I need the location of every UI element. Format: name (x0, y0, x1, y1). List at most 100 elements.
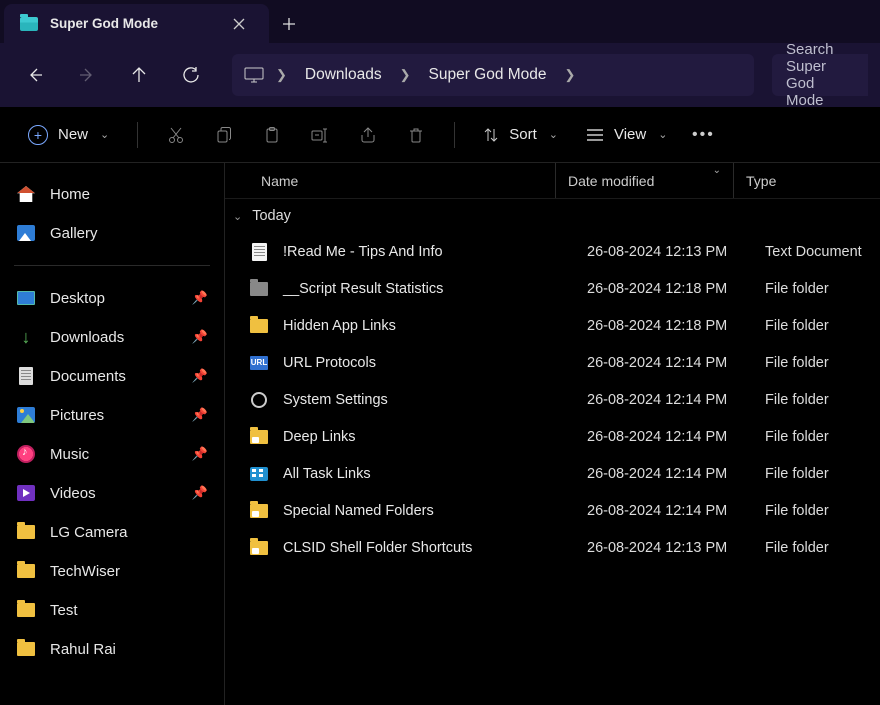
separator (137, 122, 138, 148)
url-folder-icon: URL (249, 353, 269, 373)
folder-icon (16, 561, 36, 581)
group-header[interactable]: ⌄ Today (225, 199, 880, 233)
file-type: File folder (753, 540, 880, 556)
nav-refresh-button[interactable] (168, 55, 214, 95)
delete-button[interactable] (394, 116, 438, 154)
paste-button[interactable] (250, 116, 294, 154)
ellipsis-icon: ••• (692, 126, 715, 144)
file-row[interactable]: URL URL Protocols26-08-2024 12:14 PMFile … (225, 344, 880, 381)
column-header-date[interactable]: Date modified⌄ (555, 163, 733, 198)
file-row[interactable]: All Task Links26-08-2024 12:14 PMFile fo… (225, 455, 880, 492)
file-name: Hidden App Links (283, 318, 575, 334)
folder-badge-icon (249, 538, 269, 558)
more-button[interactable]: ••• (683, 126, 723, 144)
sidebar-item-folder[interactable]: Test (6, 591, 218, 629)
file-name: System Settings (283, 392, 575, 408)
file-row[interactable]: !Read Me - Tips And Info26-08-2024 12:13… (225, 233, 880, 270)
search-input[interactable]: Search Super God Mode (772, 54, 868, 96)
breadcrumb-item[interactable]: Super God Mode (421, 66, 555, 84)
file-type: File folder (753, 429, 880, 445)
sidebar-item-label: Downloads (50, 329, 124, 346)
file-name: URL Protocols (283, 355, 575, 371)
sidebar-item-label: Documents (50, 368, 126, 385)
share-icon (359, 126, 377, 144)
file-name: Special Named Folders (283, 503, 575, 519)
sidebar-item-home[interactable]: Home (6, 175, 218, 213)
sidebar-item-desktop[interactable]: Desktop 📌 (6, 279, 218, 317)
cut-button[interactable] (154, 116, 198, 154)
separator (14, 265, 210, 266)
navigation-bar: ❯ Downloads ❯ Super God Mode ❯ Search Su… (0, 43, 880, 107)
group-label: Today (252, 208, 291, 224)
file-row[interactable]: Special Named Folders26-08-2024 12:14 PM… (225, 492, 880, 529)
view-button[interactable]: View ⌄ (574, 116, 679, 154)
sidebar-item-label: Test (50, 602, 78, 619)
sidebar-item-gallery[interactable]: Gallery (6, 214, 218, 252)
desktop-icon (16, 288, 36, 308)
chevron-down-icon: ⌄ (658, 128, 667, 141)
chevron-right-icon[interactable]: ❯ (268, 67, 295, 83)
folder-icon (16, 522, 36, 542)
file-date: 26-08-2024 12:14 PM (575, 466, 753, 482)
plus-circle-icon: + (28, 125, 48, 145)
file-row[interactable]: Deep Links26-08-2024 12:14 PMFile folder (225, 418, 880, 455)
file-name: __Script Result Statistics (283, 281, 575, 297)
file-row[interactable]: Hidden App Links26-08-2024 12:18 PMFile … (225, 307, 880, 344)
nav-forward-button[interactable] (64, 55, 110, 95)
sidebar-item-documents[interactable]: Documents 📌 (6, 357, 218, 395)
new-button[interactable]: + New ⌄ (16, 116, 121, 154)
tab-active[interactable]: Super God Mode (4, 4, 269, 43)
file-date: 26-08-2024 12:13 PM (575, 244, 753, 260)
folder-badge-icon (249, 427, 269, 447)
command-bar: + New ⌄ Sort ⌄ View ⌄ ••• (0, 107, 880, 163)
this-pc-icon[interactable] (242, 67, 266, 83)
downloads-icon: ↓ (16, 327, 36, 347)
text-file-icon (249, 242, 269, 262)
tab-title: Super God Mode (50, 16, 213, 31)
file-row[interactable]: CLSID Shell Folder Shortcuts26-08-2024 1… (225, 529, 880, 566)
sidebar-item-folder[interactable]: Rahul Rai (6, 630, 218, 668)
breadcrumb-item[interactable]: Downloads (297, 66, 390, 84)
pin-icon: 📌 (192, 290, 208, 306)
sidebar-item-folder[interactable]: TechWiser (6, 552, 218, 590)
file-type: File folder (753, 355, 880, 371)
sidebar-item-videos[interactable]: Videos 📌 (6, 474, 218, 512)
chevron-right-icon[interactable]: ❯ (392, 67, 419, 83)
chevron-down-icon: ⌄ (100, 128, 109, 141)
column-header-name[interactable]: Name (225, 173, 555, 189)
breadcrumb[interactable]: ❯ Downloads ❯ Super God Mode ❯ (232, 54, 754, 96)
file-list-panel: Name Date modified⌄ Type ⌄ Today !Read M… (225, 163, 880, 705)
file-type: File folder (753, 392, 880, 408)
nav-back-button[interactable] (12, 55, 58, 95)
copy-button[interactable] (202, 116, 246, 154)
chevron-right-icon[interactable]: ❯ (557, 67, 584, 83)
arrow-right-icon (78, 66, 96, 84)
documents-icon (16, 366, 36, 386)
new-tab-button[interactable] (269, 4, 309, 43)
file-name: All Task Links (283, 466, 575, 482)
sidebar: Home Gallery Desktop 📌 ↓ Downloads 📌 Doc… (0, 163, 225, 705)
tab-close-button[interactable] (225, 10, 253, 38)
share-button[interactable] (346, 116, 390, 154)
file-row[interactable]: __Script Result Statistics26-08-2024 12:… (225, 270, 880, 307)
file-row[interactable]: System Settings26-08-2024 12:14 PMFile f… (225, 381, 880, 418)
sidebar-item-folder[interactable]: LG Camera (6, 513, 218, 551)
sidebar-item-pictures[interactable]: Pictures 📌 (6, 396, 218, 434)
rename-button[interactable] (298, 116, 342, 154)
home-icon (16, 184, 36, 204)
sort-icon (483, 127, 499, 143)
sidebar-item-music[interactable]: Music 📌 (6, 435, 218, 473)
sidebar-item-label: Videos (50, 485, 96, 502)
pin-icon: 📌 (192, 368, 208, 384)
column-header-type[interactable]: Type (733, 163, 880, 198)
nav-up-button[interactable] (116, 55, 162, 95)
pin-icon: 📌 (192, 446, 208, 462)
pin-icon: 📌 (192, 329, 208, 345)
sidebar-item-downloads[interactable]: ↓ Downloads 📌 (6, 318, 218, 356)
file-name: !Read Me - Tips And Info (283, 244, 575, 260)
chevron-down-icon: ⌄ (549, 128, 558, 141)
folder-badge-icon (249, 501, 269, 521)
sort-button[interactable]: Sort ⌄ (471, 116, 570, 154)
file-date: 26-08-2024 12:14 PM (575, 355, 753, 371)
folder-icon (16, 600, 36, 620)
